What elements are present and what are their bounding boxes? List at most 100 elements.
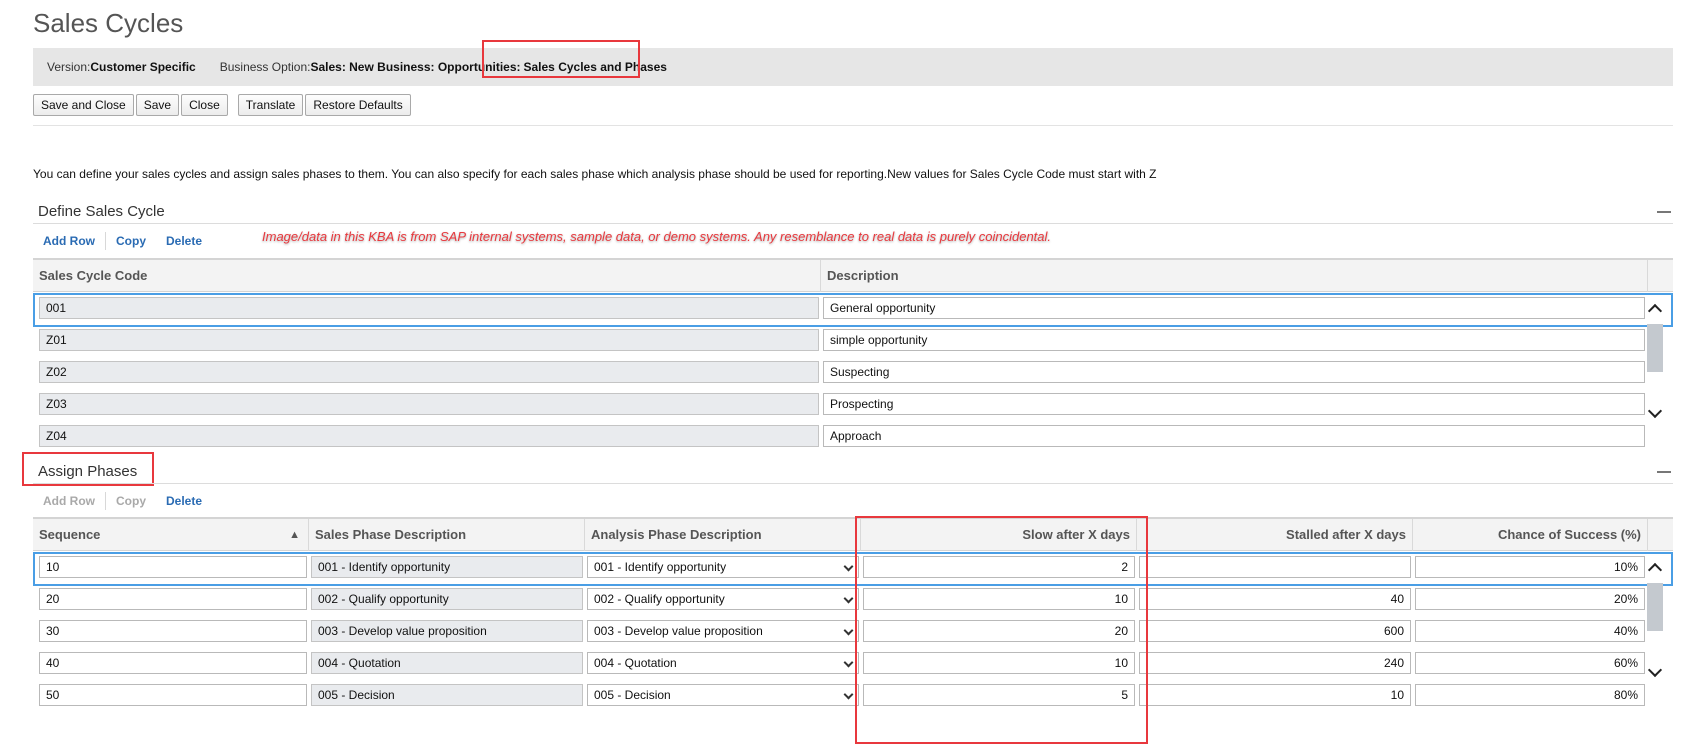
analysis-phase-select[interactable]: 005 - Decision: [587, 684, 859, 706]
save-button[interactable]: Save: [135, 94, 180, 116]
sequence-input-value: 50: [46, 688, 60, 702]
chance-of-success-input[interactable]: 80%: [1415, 684, 1645, 706]
chance-of-success-input-value: 80%: [1613, 688, 1638, 702]
chance-of-success-input-value: 10%: [1613, 560, 1638, 574]
sequence-input[interactable]: 40: [39, 652, 307, 674]
description-input[interactable]: General opportunity: [823, 297, 1645, 319]
sales-phase-cell: 002 - Qualify opportunity: [311, 588, 583, 610]
column-header-description[interactable]: Description: [821, 260, 1648, 292]
analysis-phase-select[interactable]: 004 - Quotation: [587, 652, 859, 674]
chance-of-success-input[interactable]: 40%: [1415, 620, 1645, 642]
slow-after-days-input[interactable]: 10: [863, 652, 1135, 674]
column-header-sales-phase[interactable]: Sales Phase Description: [309, 519, 585, 551]
assign-delete-link[interactable]: Delete: [156, 494, 212, 508]
table-row[interactable]: Z02 Suspecting: [33, 356, 1673, 388]
chance-of-success-input[interactable]: 60%: [1415, 652, 1645, 674]
description-input-value: General opportunity: [830, 301, 936, 315]
scroll-up-icon[interactable]: [1647, 562, 1663, 578]
sequence-input-value: 30: [46, 624, 60, 638]
assign-actions: Add Row Copy Delete: [33, 491, 212, 511]
save-and-close-button[interactable]: Save and Close: [33, 94, 134, 116]
description-input-value: Suspecting: [830, 365, 890, 379]
sequence-input[interactable]: 30: [39, 620, 307, 642]
column-header-sales-cycle-code[interactable]: Sales Cycle Code: [33, 260, 821, 292]
stalled-after-days-input[interactable]: 240: [1139, 652, 1411, 674]
chevron-down-icon[interactable]: [843, 625, 854, 636]
sales-cycle-code-cell-value: Z04: [46, 429, 67, 443]
sales-cycle-code-cell-value: Z03: [46, 397, 67, 411]
table-row[interactable]: Z01 simple opportunity: [33, 324, 1673, 356]
translate-button[interactable]: Translate: [237, 94, 304, 116]
slow-after-days-input-value: 10: [1114, 656, 1128, 670]
chevron-down-icon[interactable]: [843, 689, 854, 700]
scroll-down-icon[interactable]: [1647, 403, 1663, 419]
chevron-down-icon[interactable]: [843, 593, 854, 604]
sort-ascending-icon[interactable]: ▲: [289, 519, 300, 551]
table-row[interactable]: 50 005 - Decision 005 - Decision 5 10 80%: [33, 679, 1673, 711]
stalled-after-days-input[interactable]: 40: [1139, 588, 1411, 610]
analysis-phase-select[interactable]: 001 - Identify opportunity: [587, 556, 859, 578]
collapse-assign-icon[interactable]: [1657, 471, 1671, 473]
sequence-input[interactable]: 10: [39, 556, 307, 578]
column-header-slow-after[interactable]: Slow after X days: [861, 519, 1137, 551]
chevron-down-icon[interactable]: [843, 657, 854, 668]
sales-phase-cell: 005 - Decision: [311, 684, 583, 706]
description-input[interactable]: Prospecting: [823, 393, 1645, 415]
table-row[interactable]: 30 003 - Develop value proposition 003 - D…: [33, 615, 1673, 647]
define-delete-link[interactable]: Delete: [156, 234, 212, 248]
analysis-phase-select[interactable]: 002 - Qualify opportunity: [587, 588, 859, 610]
sales-cycle-code-cell: Z01: [39, 329, 819, 351]
stalled-after-days-input[interactable]: 10: [1139, 684, 1411, 706]
assign-scrollbar[interactable]: [1645, 551, 1665, 713]
slow-after-days-input[interactable]: 10: [863, 588, 1135, 610]
description-input[interactable]: simple opportunity: [823, 329, 1645, 351]
restore-defaults-button[interactable]: Restore Defaults: [305, 94, 411, 116]
slow-after-days-input[interactable]: 5: [863, 684, 1135, 706]
column-header-stalled-after[interactable]: Stalled after X days: [1137, 519, 1413, 551]
scroll-thumb[interactable]: [1647, 583, 1663, 631]
table-row[interactable]: 10 001 - Identify opportunity 001 - Identi…: [33, 551, 1673, 586]
table-row[interactable]: 40 004 - Quotation 004 - Quotation 10 240 60%: [33, 647, 1673, 679]
table-row[interactable]: 20 002 - Qualify opportunity 002 - Qualify…: [33, 583, 1673, 615]
sales-phase-cell: 003 - Develop value proposition: [311, 620, 583, 642]
chevron-down-icon[interactable]: [843, 561, 854, 572]
description-input[interactable]: Suspecting: [823, 361, 1645, 383]
business-option-current: Sales Cycles and Phases: [523, 60, 667, 74]
column-header-chance-of-success[interactable]: Chance of Success (%): [1413, 519, 1648, 551]
sequence-input-value: 40: [46, 656, 60, 670]
page-description: You can define your sales cycles and ass…: [33, 167, 1157, 181]
sequence-input[interactable]: 50: [39, 684, 307, 706]
slow-after-days-input[interactable]: 20: [863, 620, 1135, 642]
sales-phase-cell: 004 - Quotation: [311, 652, 583, 674]
table-row[interactable]: 001 General opportunity: [33, 292, 1673, 327]
assign-add-row-link: Add Row: [43, 494, 95, 508]
stalled-after-days-input[interactable]: 600: [1139, 620, 1411, 642]
business-option-label: Business Option:: [219, 60, 311, 74]
define-add-row-link[interactable]: Add Row: [33, 234, 105, 248]
sales-cycle-code-cell-value: 001: [46, 301, 67, 315]
description-input[interactable]: Approach: [823, 425, 1645, 447]
page-title: Sales Cycles: [33, 8, 184, 38]
chance-of-success-input[interactable]: 10%: [1415, 556, 1645, 578]
analysis-phase-select[interactable]: 003 - Develop value proposition: [587, 620, 859, 642]
column-header-analysis-phase[interactable]: Analysis Phase Description: [585, 519, 861, 551]
slow-after-days-input[interactable]: 2: [863, 556, 1135, 578]
sales-phase-cell-value: 004 - Quotation: [318, 656, 401, 670]
table-row[interactable]: Z03 Prospecting: [33, 388, 1673, 420]
stalled-after-days-input[interactable]: [1139, 556, 1411, 578]
kba-disclaimer: Image/data in this KBA is from SAP inter…: [262, 229, 1052, 244]
column-header-sequence[interactable]: Sequence ▲: [33, 519, 309, 551]
define-copy-link[interactable]: Copy: [106, 234, 156, 248]
scroll-up-icon[interactable]: [1647, 303, 1663, 319]
sequence-input[interactable]: 20: [39, 588, 307, 610]
scroll-down-icon[interactable]: [1647, 662, 1663, 678]
collapse-define-icon[interactable]: [1657, 211, 1671, 213]
sales-phase-cell-value: 005 - Decision: [318, 688, 395, 702]
scroll-thumb[interactable]: [1647, 324, 1663, 372]
chance-of-success-input[interactable]: 20%: [1415, 588, 1645, 610]
table-row[interactable]: Z04 Approach: [33, 420, 1673, 452]
close-button[interactable]: Close: [181, 94, 228, 116]
sales-phase-cell: 001 - Identify opportunity: [311, 556, 583, 578]
define-scrollbar[interactable]: [1645, 292, 1665, 454]
toolbar-divider: [33, 125, 1673, 126]
